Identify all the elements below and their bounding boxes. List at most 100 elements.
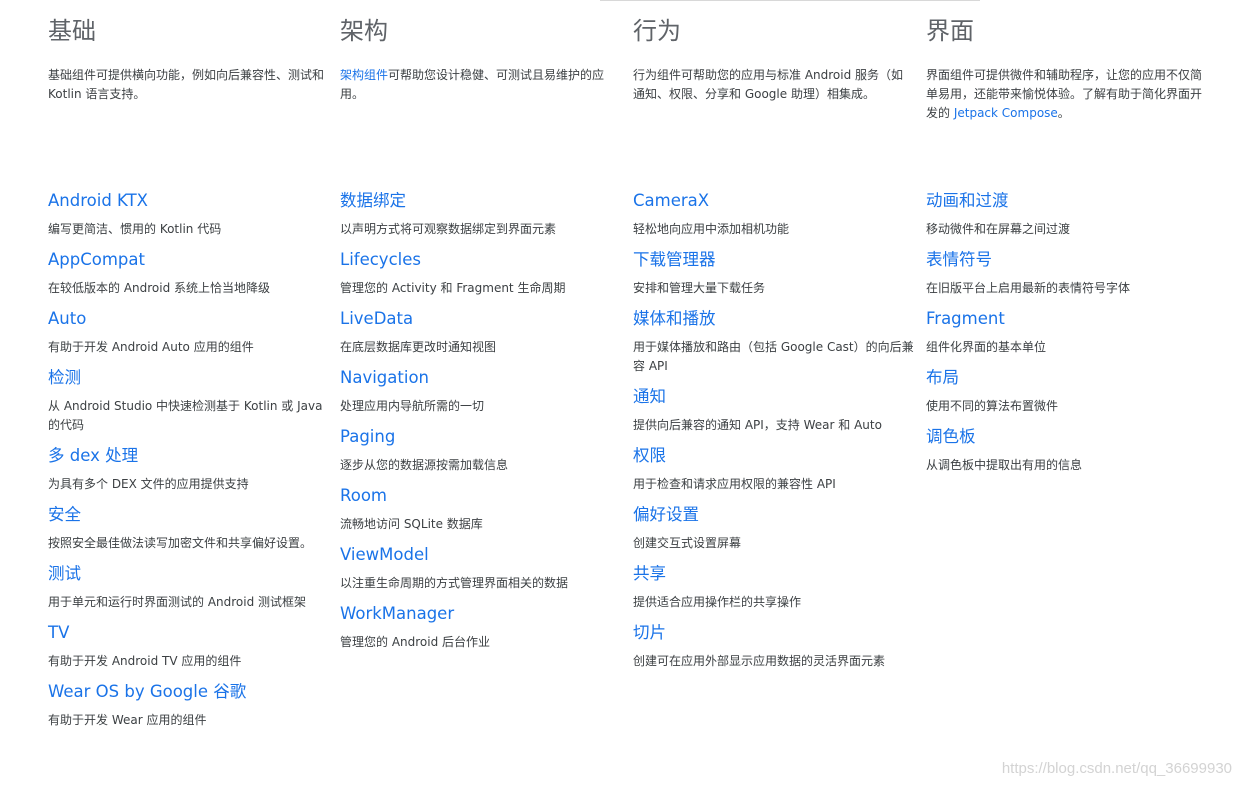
component-link[interactable]: 通知 (633, 384, 666, 410)
component-link[interactable]: Room (340, 483, 387, 509)
component-link[interactable]: ViewModel (340, 542, 429, 568)
watermark: https://blog.csdn.net/qq_36699930 (1001, 760, 1232, 777)
component-description: 有助于开发 Wear 应用的组件 (48, 713, 207, 727)
component-link[interactable]: 安全 (48, 502, 81, 528)
list-item: 多 dex 处理 为具有多个 DEX 文件的应用提供支持 (48, 443, 330, 494)
list-item: AppCompat 在较低版本的 Android 系统上恰当地降级 (48, 247, 330, 298)
component-description: 在底层数据库更改时通知视图 (340, 340, 497, 354)
column-foundation: 基础 基础组件可提供横向功能，例如向后兼容性、测试和 Kotlin 语言支持。 … (48, 0, 330, 727)
column-architecture: 架构 架构组件可帮助您设计稳健、可测试且易维护的应用。 数据绑定 以声明方式将可… (340, 0, 622, 649)
component-link[interactable]: LiveData (340, 306, 413, 332)
list-item: 动画和过渡 移动微件和在屏幕之间过渡 (926, 188, 1206, 239)
component-list: CameraX 轻松地向应用中添加相机功能 下载管理器 安排和管理大量下载任务 … (633, 188, 915, 679)
list-item: CameraX 轻松地向应用中添加相机功能 (633, 188, 915, 239)
component-link[interactable]: CameraX (633, 188, 709, 214)
component-link[interactable]: TV (48, 620, 69, 646)
column-heading: 行为 (633, 17, 681, 45)
component-list: 动画和过渡 移动微件和在屏幕之间过渡 表情符号 在旧版平台上启用最新的表情符号字… (926, 188, 1206, 483)
list-item: Navigation 处理应用内导航所需的一切 (340, 365, 622, 416)
component-link[interactable]: 共享 (633, 561, 666, 587)
component-description: 管理您的 Android 后台作业 (340, 635, 491, 649)
component-description: 用于检查和请求应用权限的兼容性 API (633, 477, 836, 491)
component-description: 编写更简洁、惯用的 Kotlin 代码 (48, 222, 222, 236)
component-link[interactable]: 偏好设置 (633, 502, 699, 528)
column-behavior: 行为 行为组件可帮助您的应用与标准 Android 服务（如通知、权限、分享和 … (633, 0, 915, 668)
component-list: Android KTX 编写更简洁、惯用的 Kotlin 代码 AppCompa… (48, 188, 330, 738)
list-item: 调色板 从调色板中提取出有用的信息 (926, 424, 1206, 475)
component-description: 提供适合应用操作栏的共享操作 (633, 595, 802, 609)
component-link[interactable]: 动画和过渡 (926, 188, 1009, 214)
list-item: 共享 提供适合应用操作栏的共享操作 (633, 561, 915, 612)
component-description: 有助于开发 Android TV 应用的组件 (48, 654, 242, 668)
list-item: 布局 使用不同的算法布置微件 (926, 365, 1206, 416)
component-link[interactable]: 测试 (48, 561, 81, 587)
component-description: 有助于开发 Android Auto 应用的组件 (48, 340, 254, 354)
component-link[interactable]: 下载管理器 (633, 247, 716, 273)
column-heading: 架构 (340, 17, 388, 45)
list-item: Paging 逐步从您的数据源按需加载信息 (340, 424, 622, 475)
component-description: 移动微件和在屏幕之间过渡 (926, 222, 1071, 236)
list-item: 偏好设置 创建交互式设置屏幕 (633, 502, 915, 553)
list-item: WorkManager 管理您的 Android 后台作业 (340, 601, 622, 652)
list-item: ViewModel 以注重生命周期的方式管理界面相关的数据 (340, 542, 622, 593)
component-description: 用于媒体播放和路由（包括 Google Cast）的向后兼容 API (633, 340, 914, 373)
component-description: 用于单元和运行时界面测试的 Android 测试框架 (48, 595, 307, 609)
list-item: 测试 用于单元和运行时界面测试的 Android 测试框架 (48, 561, 330, 612)
list-item: 通知 提供向后兼容的通知 API，支持 Wear 和 Auto (633, 384, 915, 435)
architecture-components-link[interactable]: 架构组件 (340, 68, 388, 82)
component-link[interactable]: 多 dex 处理 (48, 443, 138, 469)
component-link[interactable]: 媒体和播放 (633, 306, 716, 332)
list-item: 权限 用于检查和请求应用权限的兼容性 API (633, 443, 915, 494)
component-description: 管理您的 Activity 和 Fragment 生命周期 (340, 281, 566, 295)
component-description: 处理应用内导航所需的一切 (340, 399, 485, 413)
component-link[interactable]: AppCompat (48, 247, 145, 273)
component-description: 从调色板中提取出有用的信息 (926, 458, 1083, 472)
column-heading: 界面 (926, 17, 974, 45)
component-link[interactable]: 表情符号 (926, 247, 992, 273)
component-link[interactable]: 检测 (48, 365, 81, 391)
component-link[interactable]: Navigation (340, 365, 429, 391)
component-link[interactable]: 切片 (633, 620, 666, 646)
component-link[interactable]: Android KTX (48, 188, 148, 214)
component-description: 逐步从您的数据源按需加载信息 (340, 458, 509, 472)
component-link[interactable]: Fragment (926, 306, 1005, 332)
list-item: 媒体和播放 用于媒体播放和路由（包括 Google Cast）的向后兼容 API (633, 306, 915, 376)
list-item: Room 流畅地访问 SQLite 数据库 (340, 483, 622, 534)
column-ui: 界面 界面组件可提供微件和辅助程序，让您的应用不仅简单易用，还能带来愉悦体验。了… (926, 0, 1206, 472)
jetpack-compose-link[interactable]: Jetpack Compose (954, 106, 1058, 120)
component-description: 使用不同的算法布置微件 (926, 399, 1059, 413)
component-description: 轻松地向应用中添加相机功能 (633, 222, 790, 236)
list-item: 检测 从 Android Studio 中快速检测基于 Kotlin 或 Jav… (48, 365, 330, 435)
list-item: Lifecycles 管理您的 Activity 和 Fragment 生命周期 (340, 247, 622, 298)
list-item: Wear OS by Google 谷歌 有助于开发 Wear 应用的组件 (48, 679, 330, 730)
component-description: 为具有多个 DEX 文件的应用提供支持 (48, 477, 249, 491)
list-item: 下载管理器 安排和管理大量下载任务 (633, 247, 915, 298)
component-link[interactable]: Paging (340, 424, 395, 450)
component-description: 在较低版本的 Android 系统上恰当地降级 (48, 281, 271, 295)
component-description: 以注重生命周期的方式管理界面相关的数据 (340, 576, 569, 590)
component-link[interactable]: WorkManager (340, 601, 454, 627)
column-intro: 行为组件可帮助您的应用与标准 Android 服务（如通知、权限、分享和 Goo… (633, 66, 915, 166)
component-description: 组件化界面的基本单位 (926, 340, 1047, 354)
component-description: 安排和管理大量下载任务 (633, 281, 766, 295)
component-link[interactable]: Lifecycles (340, 247, 421, 273)
component-link[interactable]: 调色板 (926, 424, 976, 450)
list-item: Fragment 组件化界面的基本单位 (926, 306, 1206, 357)
component-description: 流畅地访问 SQLite 数据库 (340, 517, 483, 531)
intro-text: 基础组件可提供横向功能，例如向后兼容性、测试和 Kotlin 语言支持。 (48, 68, 325, 101)
list-item: 安全 按照安全最佳做法读写加密文件和共享偏好设置。 (48, 502, 330, 553)
column-intro: 基础组件可提供横向功能，例如向后兼容性、测试和 Kotlin 语言支持。 (48, 66, 330, 166)
component-description: 从 Android Studio 中快速检测基于 Kotlin 或 Java 的… (48, 399, 323, 432)
list-item: 切片 创建可在应用外部显示应用数据的灵活界面元素 (633, 620, 915, 671)
component-link[interactable]: Wear OS by Google 谷歌 (48, 679, 246, 705)
component-link[interactable]: 数据绑定 (340, 188, 406, 214)
component-link[interactable]: Auto (48, 306, 86, 332)
list-item: LiveData 在底层数据库更改时通知视图 (340, 306, 622, 357)
intro-tail: 。 (1057, 106, 1070, 120)
component-link[interactable]: 布局 (926, 365, 959, 391)
component-description: 按照安全最佳做法读写加密文件和共享偏好设置。 (48, 536, 313, 550)
component-link[interactable]: 权限 (633, 443, 666, 469)
component-description: 创建交互式设置屏幕 (633, 536, 742, 550)
intro-text: 行为组件可帮助您的应用与标准 Android 服务（如通知、权限、分享和 Goo… (633, 68, 904, 101)
list-item: 数据绑定 以声明方式将可观察数据绑定到界面元素 (340, 188, 622, 239)
